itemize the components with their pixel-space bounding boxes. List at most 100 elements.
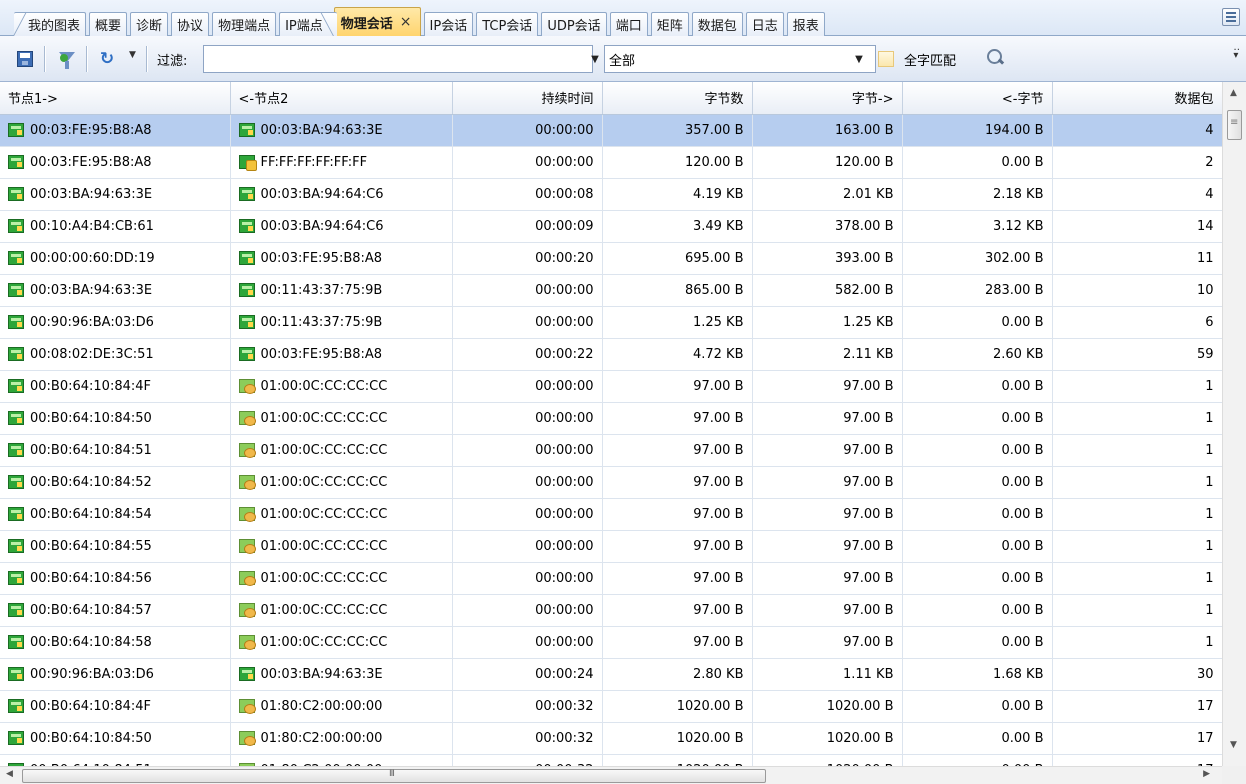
tab-11[interactable]: 端口	[609, 12, 648, 36]
vertical-scrollbar[interactable]: ▲ ▼	[1222, 82, 1246, 766]
horizontal-scrollbar[interactable]: ◀ ▶	[0, 766, 1222, 784]
scroll-right-arrow[interactable]: ▶	[1203, 769, 1210, 779]
add-filter-button[interactable]	[56, 48, 78, 70]
table-row[interactable]: 00:B0:64:10:84:58 01:00:0C:CC:CC:CC 00:00:…	[0, 626, 1222, 659]
table-row[interactable]: 00:B0:64:10:84:50 01:80:C2:00:00:00 00:00:…	[0, 722, 1222, 755]
cell-bytes-in: 0.00 B	[902, 498, 1053, 531]
cell-packets: 1	[1052, 434, 1222, 467]
tab-6[interactable]: IP端点	[279, 12, 337, 36]
tab-label: 物理会话	[340, 16, 393, 32]
cell-bytes-in: 1.68 KB	[902, 658, 1053, 691]
save-button[interactable]	[14, 48, 36, 70]
refresh-dropdown-arrow[interactable]: ▼	[129, 50, 136, 60]
broadcast-adapter-icon	[238, 155, 257, 171]
column-header-packets[interactable]: 数据包	[1052, 82, 1222, 115]
table-row[interactable]: 00:00:00:60:DD:19 00:03:FE:95:B8:A8 00:00:…	[0, 242, 1222, 275]
table-row[interactable]: 00:90:96:BA:03:D6 00:03:BA:94:63:3E 00:00:…	[0, 658, 1222, 691]
cell-duration: 00:00:00	[452, 274, 603, 307]
table-row[interactable]: 00:B0:64:10:84:4F 01:80:C2:00:00:00 00:00:…	[0, 690, 1222, 723]
table-row[interactable]: 00:B0:64:10:84:50 01:00:0C:CC:CC:CC 00:00:…	[0, 402, 1222, 435]
table-row[interactable]: 00:10:A4:B4:CB:61 00:03:BA:94:64:C6 00:00:…	[0, 210, 1222, 243]
tab-9[interactable]: TCP会话	[476, 12, 539, 36]
table-row[interactable]: 00:B0:64:10:84:4F 01:00:0C:CC:CC:CC 00:00:…	[0, 370, 1222, 403]
tab-10[interactable]: UDP会话	[541, 12, 607, 36]
scope-select[interactable]: 全部	[604, 45, 876, 73]
node1-address: 00:B0:64:10:84:51	[30, 442, 152, 458]
table-row[interactable]: 00:B0:64:10:84:52 01:00:0C:CC:CC:CC 00:00:…	[0, 466, 1222, 499]
node2-address: 00:11:43:37:75:9B	[260, 314, 383, 330]
toolbar-overflow-icon[interactable]: ‥ ▾	[1233, 43, 1240, 61]
tab-4[interactable]: 协议	[171, 12, 210, 36]
cell-bytes-in: 3.12 KB	[902, 210, 1053, 243]
tab-13[interactable]: 数据包	[691, 12, 743, 36]
multicast-adapter-icon	[238, 731, 256, 746]
column-header-node2[interactable]: <-节点2	[230, 82, 453, 115]
tab-12[interactable]: 矩阵	[650, 12, 689, 36]
table-row[interactable]: 00:90:96:BA:03:D6 00:11:43:37:75:9B 00:00:…	[0, 306, 1222, 339]
vertical-scroll-thumb[interactable]	[1227, 110, 1242, 140]
cell-bytes: 97.00 B	[602, 626, 753, 659]
cell-node2: 01:00:0C:CC:CC:CC	[230, 530, 453, 563]
panel-config-icon[interactable]	[1222, 8, 1240, 26]
cell-bytes-out: 97.00 B	[752, 594, 903, 627]
table-row[interactable]: 00:B0:64:10:84:51 01:00:0C:CC:CC:CC 00:00:…	[0, 434, 1222, 467]
node2-address: 01:00:0C:CC:CC:CC	[260, 506, 388, 522]
tab-label: TCP会话	[482, 19, 533, 34]
search-icon[interactable]	[986, 48, 1006, 68]
scroll-up-arrow[interactable]: ▲	[1230, 88, 1237, 98]
table-row[interactable]: 00:B0:64:10:84:57 01:00:0C:CC:CC:CC 00:00:…	[0, 594, 1222, 627]
tab-8[interactable]: IP会话	[423, 12, 474, 36]
scroll-left-arrow[interactable]: ◀	[6, 769, 13, 779]
table-row[interactable]: 00:03:BA:94:63:3E 00:11:43:37:75:9B 00:00:…	[0, 274, 1222, 307]
scroll-down-arrow[interactable]: ▼	[1230, 740, 1237, 750]
tab-2[interactable]: 概要	[89, 12, 128, 36]
table-row[interactable]: 00:B0:64:10:84:54 01:00:0C:CC:CC:CC 00:00:…	[0, 498, 1222, 531]
filter-input[interactable]	[203, 45, 593, 73]
whole-word-checkbox[interactable]	[878, 51, 894, 67]
tab-label: UDP会话	[547, 19, 601, 34]
cell-node2: 01:00:0C:CC:CC:CC	[230, 466, 453, 499]
cell-bytes-in: 0.00 B	[902, 594, 1053, 627]
tab-label: 协议	[177, 19, 204, 34]
cell-node1: 00:B0:64:10:84:58	[0, 626, 231, 659]
table-row[interactable]: 00:B0:64:10:84:5101:80:C2:00:00:0000:00:…	[0, 754, 1222, 766]
tab-label: 数据包	[697, 19, 737, 34]
column-header-duration[interactable]: 持续时间	[452, 82, 603, 115]
refresh-button[interactable]: ↻	[96, 48, 118, 70]
column-header-bytes-in[interactable]: <-字节	[902, 82, 1053, 115]
node2-address: 00:03:BA:94:63:3E	[260, 666, 383, 682]
table-row[interactable]: 00:B0:64:10:84:56 01:00:0C:CC:CC:CC 00:00:…	[0, 562, 1222, 595]
table-row[interactable]: 00:B0:64:10:84:55 01:00:0C:CC:CC:CC 00:00:…	[0, 530, 1222, 563]
header-row: 节点1-> <-节点2 持续时间 字节数 字节-> <-字节 数据包	[0, 82, 1222, 115]
horizontal-scroll-thumb[interactable]	[22, 769, 766, 783]
tab-close-icon[interactable]: ×	[400, 14, 412, 30]
multicast-adapter-icon	[238, 507, 256, 522]
cell-duration: 00:00:09	[452, 210, 603, 243]
cell-node2: 01:80:C2:00:00:00	[230, 722, 453, 755]
tab-15[interactable]: 报表	[786, 12, 825, 36]
column-header-node1[interactable]: 节点1->	[0, 82, 231, 115]
tab-14[interactable]: 日志	[745, 12, 784, 36]
table-row[interactable]: 00:03:BA:94:63:3E 00:03:BA:94:64:C6 00:00:…	[0, 178, 1222, 211]
node1-address: 00:B0:64:10:84:54	[30, 506, 152, 522]
scope-dropdown-button[interactable]: ▼	[852, 45, 866, 73]
toolbar-separator	[146, 46, 147, 72]
cell-node1: 00:B0:64:10:84:4F	[0, 370, 231, 403]
tab-5[interactable]: 物理端点	[212, 12, 277, 36]
tab-7[interactable]: 物理会话 ×	[333, 7, 421, 36]
tab-1[interactable]: 我的图表	[14, 12, 87, 36]
column-header-bytes[interactable]: 字节数	[602, 82, 753, 115]
table-row[interactable]: 00:03:FE:95:B8:A8 FF:FF:FF:FF:FF:FF 00:00:…	[0, 146, 1222, 179]
cell-bytes-in: 0.00 B	[902, 146, 1053, 179]
node1-address: 00:B0:64:10:84:55	[30, 538, 152, 554]
column-header-bytes-out[interactable]: 字节->	[752, 82, 903, 115]
tab-3[interactable]: 诊断	[130, 12, 169, 36]
table-row[interactable]: 00:03:FE:95:B8:A8 00:03:BA:94:63:3E 00:00:…	[0, 114, 1222, 147]
cell-duration: 00:00:00	[452, 562, 603, 595]
table-row[interactable]: 00:08:02:DE:3C:51 00:03:FE:95:B8:A8 00:00:…	[0, 338, 1222, 371]
filter-dropdown-button[interactable]: ▼	[588, 45, 602, 73]
network-adapter-icon	[238, 315, 255, 329]
cell-packets: 1	[1052, 466, 1222, 499]
network-adapter-icon	[8, 283, 24, 297]
sessions-table: 节点1-> <-节点2 持续时间 字节数 字节-> <-字节 数据包 00:03…	[0, 82, 1222, 766]
